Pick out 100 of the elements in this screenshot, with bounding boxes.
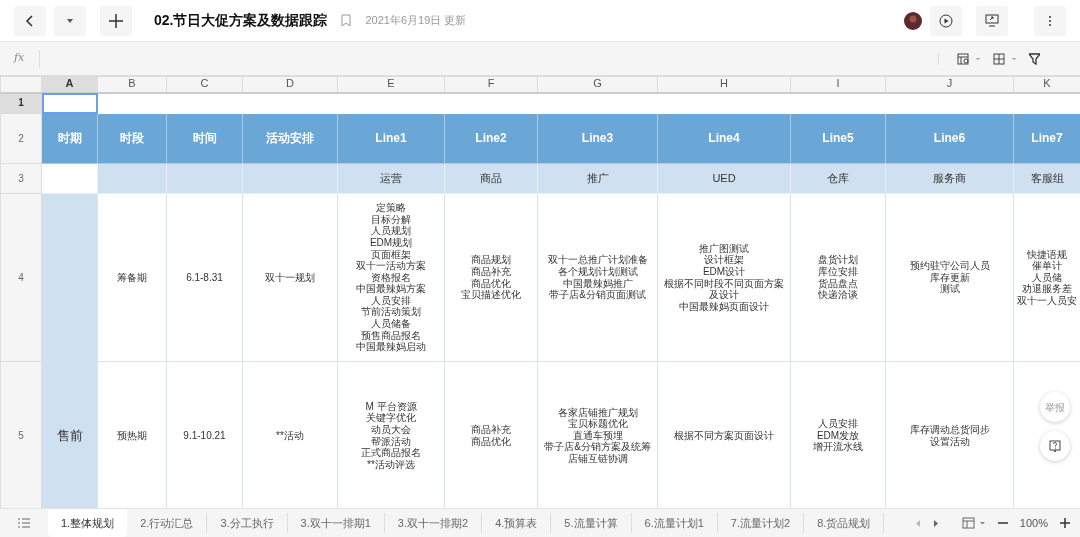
cell-text: 测试 <box>938 283 961 295</box>
sheet-tab[interactable]: 4.预算表 <box>482 513 552 533</box>
document-title: 02.节日大促方案及数据跟踪 <box>154 11 328 30</box>
cell-text: 预售商品报名 <box>360 329 422 342</box>
cell-text: 设计框架 <box>704 254 745 266</box>
layout-icon[interactable] <box>961 517 986 529</box>
column-header[interactable]: H <box>657 76 791 93</box>
row-header[interactable]: 3 <box>0 163 42 194</box>
sheet-tab[interactable]: 8.货品规划 <box>804 513 885 533</box>
cell-text: 人员储 <box>1031 271 1063 283</box>
view-icon[interactable] <box>957 52 981 65</box>
column-header[interactable]: C <box>166 76 243 93</box>
zoom-level: 100% <box>1019 515 1048 531</box>
row-header[interactable]: 4 <box>0 193 42 362</box>
sheet-tab[interactable]: 1.整体规划 <box>48 508 128 537</box>
updated-date: 2021年6月19日 更新 <box>365 13 467 29</box>
header-cell: 时期 <box>41 113 98 164</box>
cell-text: 定策略 <box>375 202 407 214</box>
column-header[interactable]: F <box>444 76 538 93</box>
selected-cell[interactable] <box>41 92 98 114</box>
table-cell: 服务商 <box>885 163 1014 194</box>
cell-text: 库存更新 <box>928 271 971 284</box>
play-icon <box>939 13 953 28</box>
bookmark-icon[interactable] <box>341 14 352 27</box>
cell-text: 商品优化 <box>470 435 512 448</box>
cell-text: 资格报名 <box>370 271 411 284</box>
report-button[interactable]: 举报 <box>1040 392 1070 422</box>
present-button[interactable] <box>930 5 962 36</box>
cell-text: 劝退服务差 <box>1021 283 1073 295</box>
screen-share-icon <box>985 14 999 27</box>
sheet-tab[interactable]: 3.双十一排期1 <box>287 513 385 533</box>
header-cell: Line3 <box>537 113 658 164</box>
header-cell: Line5 <box>790 113 886 164</box>
table-cell: 运营 <box>337 163 445 194</box>
row-header[interactable]: 1 <box>0 92 42 114</box>
cell-text: 店铺互链协调 <box>566 452 629 465</box>
cell-text: EDM规划 <box>368 236 414 249</box>
cell-text: 人员安排 <box>817 418 859 430</box>
table-cell: 双十一规划 <box>242 193 338 362</box>
column-header[interactable]: E <box>337 76 445 93</box>
cell-text: **活动评选 <box>366 458 416 471</box>
cell-text: 货品盘点 <box>817 277 859 289</box>
table-cell: 筹备期 <box>97 193 167 362</box>
header-cell: Line6 <box>885 113 1014 164</box>
cell-text: 双十一人员安 <box>1016 294 1078 307</box>
caret-icon <box>67 18 73 23</box>
help-button[interactable] <box>1040 431 1070 461</box>
cell-text: 人员安排 <box>370 294 412 306</box>
cell-text: 双十一活动方案 <box>355 260 427 272</box>
avatar[interactable] <box>904 11 922 30</box>
cell-text: 各个规划计划测试 <box>556 265 639 278</box>
header-cell: Line2 <box>444 113 538 164</box>
cell-text: 根据不同时段不同页面方案 <box>663 277 785 289</box>
cell-text: 库位安排 <box>817 265 859 278</box>
cell-text: 页面框架 <box>370 248 411 261</box>
zoom-in-icon[interactable] <box>1060 518 1070 528</box>
cell-text: 宝贝描述优化 <box>460 289 522 301</box>
row-header[interactable]: 5 <box>0 361 42 508</box>
filter-icon[interactable] <box>1029 52 1040 65</box>
cell-text: 及设计 <box>709 289 739 301</box>
cell-text: 中国最辣妈启动 <box>355 341 427 353</box>
next-icon[interactable] <box>932 519 938 527</box>
column-header[interactable]: A <box>41 76 98 93</box>
header-cell: Line4 <box>657 113 791 164</box>
column-header[interactable]: B <box>97 76 167 93</box>
table-cell: 商品 <box>444 163 538 194</box>
column-header[interactable]: G <box>537 76 658 93</box>
header-cell: Line1 <box>337 113 445 164</box>
cell-text: 目标分解 <box>370 213 412 226</box>
row-header[interactable]: 2 <box>0 113 42 164</box>
back-button[interactable] <box>14 5 46 36</box>
cell-text: 快递洽谈 <box>817 289 859 301</box>
column-header[interactable]: D <box>242 76 338 93</box>
cell-text: 商品规划 <box>470 254 512 266</box>
column-header[interactable]: K <box>1013 76 1080 93</box>
sheet-tab[interactable]: 2.行动汇总 <box>127 513 208 533</box>
add-button[interactable] <box>100 5 132 36</box>
freeze-icon[interactable] <box>993 52 1017 65</box>
sheet-tab[interactable]: 3.分工执行 <box>207 513 288 533</box>
more-icon <box>1048 14 1052 27</box>
sheet-tab[interactable]: 7.流量计划2 <box>717 513 805 533</box>
header-cell: 时间 <box>166 113 243 164</box>
cell-text: 预约驻守公司人员 <box>908 260 991 272</box>
share-screen-button[interactable] <box>976 5 1008 36</box>
cell-text: 盘货计划 <box>817 254 859 266</box>
plus-icon <box>109 13 123 28</box>
sheet-tab[interactable]: 3.双十一排期2 <box>384 513 483 533</box>
cell-text: 中国最辣妈方案 <box>355 283 427 295</box>
cell-text: 节前活动策划 <box>360 306 422 319</box>
cell-text: 动员大会 <box>370 423 412 436</box>
cell-text: 增开流水线 <box>812 441 864 453</box>
header-cell: 活动安排 <box>242 113 338 164</box>
table-cell: 仓库 <box>790 163 886 194</box>
sheet-tab[interactable]: 5.流量计算 <box>551 513 632 533</box>
column-header[interactable]: I <box>790 76 886 93</box>
back-icon <box>25 14 35 27</box>
cell-text: 快捷语规 <box>1026 248 1068 260</box>
column-header[interactable]: J <box>885 76 1014 93</box>
sheet-list-icon[interactable] <box>18 518 30 528</box>
sheet-tab[interactable]: 6.流量计划1 <box>631 513 718 533</box>
